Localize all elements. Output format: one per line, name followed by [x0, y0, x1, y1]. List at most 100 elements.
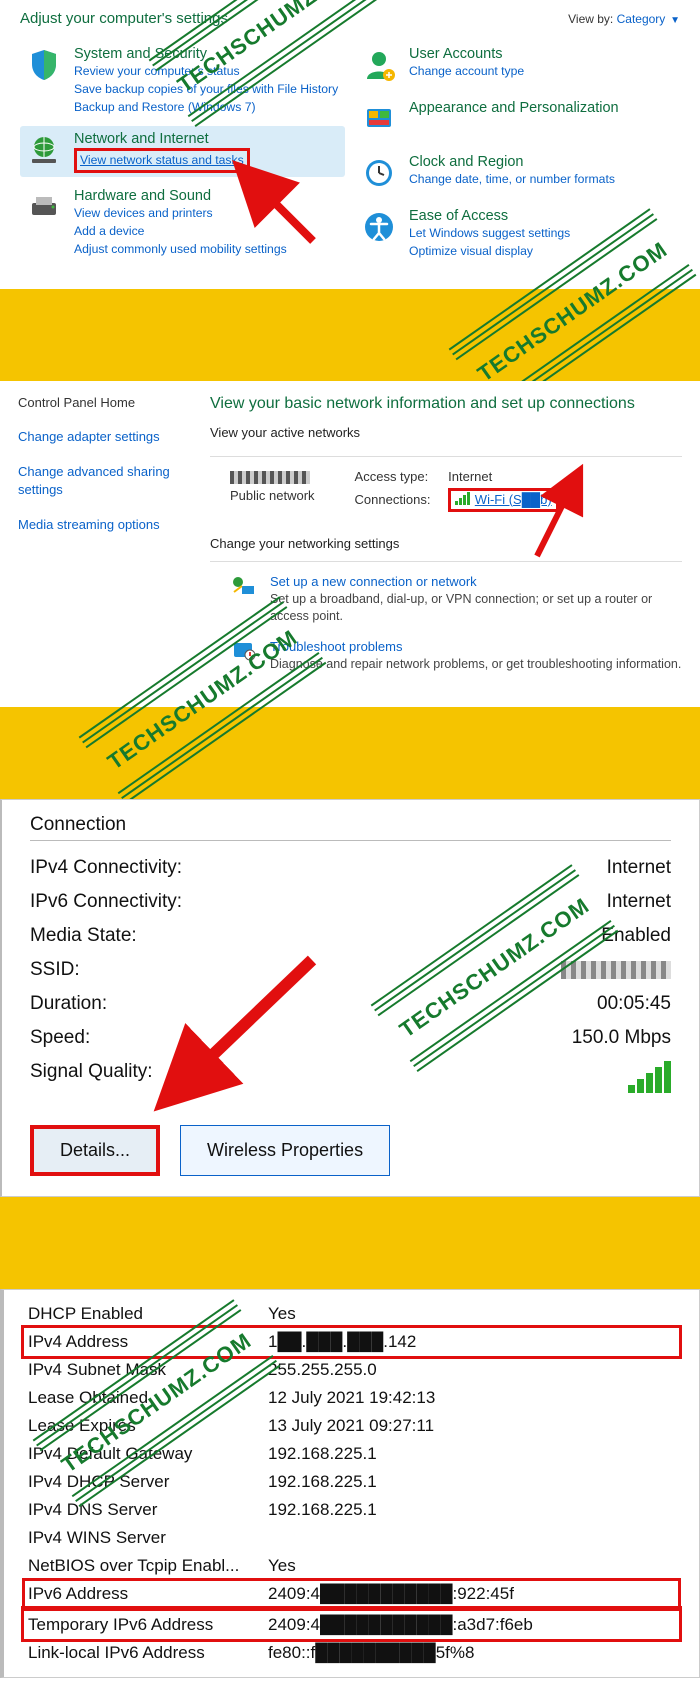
highlighted-link-box: View network status and tasks	[74, 148, 250, 173]
category-hardware-sound[interactable]: Hardware and Sound View devices and prin…	[20, 183, 345, 262]
option-new-connection[interactable]: Set up a new connection or network Set u…	[230, 574, 682, 625]
signal-quality-value	[626, 1061, 671, 1099]
category-user-accounts[interactable]: User Accounts Change account type	[355, 41, 680, 89]
category-link[interactable]: View devices and printers	[74, 205, 287, 223]
details-table: DHCP EnabledYes IPv4 Address1██.███.███.…	[24, 1300, 679, 1667]
troubleshoot-icon	[230, 639, 258, 663]
status-row: Signal Quality:	[30, 1055, 671, 1105]
view-by: View by: Category ▼	[568, 12, 680, 26]
ipv4-connectivity-value: Internet	[607, 857, 671, 879]
right-column: User Accounts Change account type Appear…	[355, 41, 680, 271]
table-row: IPv4 WINS Server	[24, 1524, 679, 1552]
printer-icon	[24, 187, 64, 227]
access-type-label: Access type:	[355, 469, 445, 484]
sidebar-link[interactable]: Change adapter settings	[18, 428, 188, 446]
view-by-label: View by:	[568, 12, 613, 26]
category-ease-of-access[interactable]: Ease of Access Let Windows suggest setti…	[355, 203, 680, 265]
media-state-value: Enabled	[601, 925, 671, 947]
status-row: IPv6 Connectivity:Internet	[30, 885, 671, 919]
category-link[interactable]: Add a device	[74, 223, 287, 241]
table-row: Lease Expires13 July 2021 09:27:11	[24, 1412, 679, 1440]
table-row: IPv4 DNS Server192.168.225.1	[24, 1496, 679, 1524]
wifi-status-panel: Connection IPv4 Connectivity:Internet IP…	[0, 799, 700, 1197]
ssid-value	[561, 959, 671, 981]
category-link[interactable]: Adjust commonly used mobility settings	[74, 241, 287, 259]
section-title: Connection	[30, 814, 671, 836]
active-network: Public network	[230, 469, 315, 517]
control-panel-categories-panel: TECHSCHUMZ.COM Adjust your computer's se…	[0, 0, 700, 289]
user-icon	[359, 45, 399, 85]
option-desc: Diagnose and repair network problems, or…	[270, 656, 681, 673]
category-link[interactable]: Backup and Restore (Windows 7)	[74, 99, 338, 117]
table-row: Lease Obtained12 July 2021 19:42:13	[24, 1384, 679, 1412]
table-row: DHCP EnabledYes	[24, 1300, 679, 1328]
status-row: Media State:Enabled	[30, 919, 671, 953]
table-row: IPv4 Subnet Mask255.255.255.0	[24, 1356, 679, 1384]
table-row: Link-local IPv6 Addressfe80::f██████████…	[24, 1639, 679, 1667]
details-button[interactable]: Details...	[30, 1125, 160, 1176]
category-link[interactable]: Change date, time, or number formats	[409, 171, 615, 189]
accessibility-icon	[359, 207, 399, 247]
shield-icon	[24, 45, 64, 85]
connections-label: Connections:	[355, 492, 445, 507]
category-link[interactable]: Review your computer's status	[74, 63, 338, 81]
table-row-highlighted: Temporary IPv6 Address2409:4███████████:…	[24, 1609, 679, 1639]
category-clock-region[interactable]: Clock and Region Change date, time, or n…	[355, 149, 680, 197]
category-link[interactable]: Let Windows suggest settings	[409, 225, 570, 243]
ipv6-address-label: IPv6 Address	[24, 1580, 264, 1610]
page-title: View your basic network information and …	[210, 395, 682, 413]
category-network-internet[interactable]: Network and Internet View network status…	[20, 126, 345, 177]
divider	[210, 561, 682, 562]
wifi-signal-icon	[626, 1077, 671, 1098]
category-link[interactable]: Change account type	[409, 63, 524, 81]
display-icon	[359, 99, 399, 139]
network-sharing-center-panel: Control Panel Home Change adapter settin…	[0, 381, 700, 707]
section-label: View your active networks	[210, 425, 682, 440]
highlighted-wifi-box: Wi-Fi (S██b)	[448, 488, 559, 513]
sidebar-link[interactable]: Media streaming options	[18, 516, 188, 534]
speed-value: 150.0 Mbps	[572, 1027, 671, 1049]
view-by-dropdown[interactable]: Category ▼	[617, 12, 680, 26]
main-content: View your basic network information and …	[210, 395, 682, 687]
option-troubleshoot[interactable]: Troubleshoot problems Diagnose and repai…	[230, 639, 682, 673]
table-row: IPv4 DHCP Server192.168.225.1	[24, 1468, 679, 1496]
separator	[0, 1197, 700, 1289]
divider	[30, 840, 671, 841]
category-link[interactable]: Save backup copies of your files with Fi…	[74, 81, 338, 99]
category-appearance[interactable]: Appearance and Personalization	[355, 95, 680, 143]
left-column: System and Security Review your computer…	[20, 41, 345, 271]
status-row: IPv4 Connectivity:Internet	[30, 851, 671, 885]
divider	[210, 456, 682, 457]
category-link[interactable]: Optimize visual display	[409, 243, 570, 261]
category-head: Ease of Access	[409, 207, 570, 225]
network-type: Public network	[230, 488, 315, 503]
section-label: Change your networking settings	[210, 536, 682, 551]
wireless-properties-button[interactable]: Wireless Properties	[180, 1125, 390, 1176]
category-head: Appearance and Personalization	[409, 99, 619, 117]
page-title: Adjust your computer's settings	[20, 10, 228, 27]
sidebar: Control Panel Home Change adapter settin…	[18, 395, 188, 687]
control-panel-home-link[interactable]: Control Panel Home	[18, 395, 188, 410]
table-row: IPv4 Default Gateway192.168.225.1	[24, 1440, 679, 1468]
table-row-highlighted: IPv6 Address2409:4███████████:922:45f	[24, 1580, 679, 1610]
separator: TECHSCHUMZ.COM	[0, 289, 700, 381]
status-row: Duration:00:05:45	[30, 987, 671, 1021]
view-network-status-link[interactable]: View network status and tasks	[80, 153, 244, 167]
temp-ipv6-address-value: 2409:4███████████:a3d7:f6eb	[264, 1609, 679, 1639]
category-system-security[interactable]: System and Security Review your computer…	[20, 41, 345, 120]
status-row: SSID:	[30, 953, 671, 987]
chevron-down-icon: ▼	[667, 15, 680, 26]
category-head: Clock and Region	[409, 153, 615, 171]
wifi-connection-link[interactable]: Wi-Fi (S██b)	[475, 492, 552, 507]
wifi-signal-icon	[455, 492, 471, 508]
ipv4-address-label: IPv4 Address	[24, 1328, 264, 1356]
network-wizard-icon	[230, 574, 258, 598]
sidebar-link[interactable]: Change advanced sharing settings	[18, 463, 188, 498]
option-head: Troubleshoot problems	[270, 639, 681, 654]
option-head: Set up a new connection or network	[270, 574, 682, 589]
access-type-value: Internet	[448, 469, 492, 484]
table-row-highlighted: IPv4 Address1██.███.███.142	[24, 1328, 679, 1356]
ipv6-address-value: 2409:4███████████:922:45f	[264, 1580, 679, 1610]
ipv4-address-value: 1██.███.███.142	[264, 1328, 679, 1356]
option-desc: Set up a broadband, dial-up, or VPN conn…	[270, 591, 682, 625]
